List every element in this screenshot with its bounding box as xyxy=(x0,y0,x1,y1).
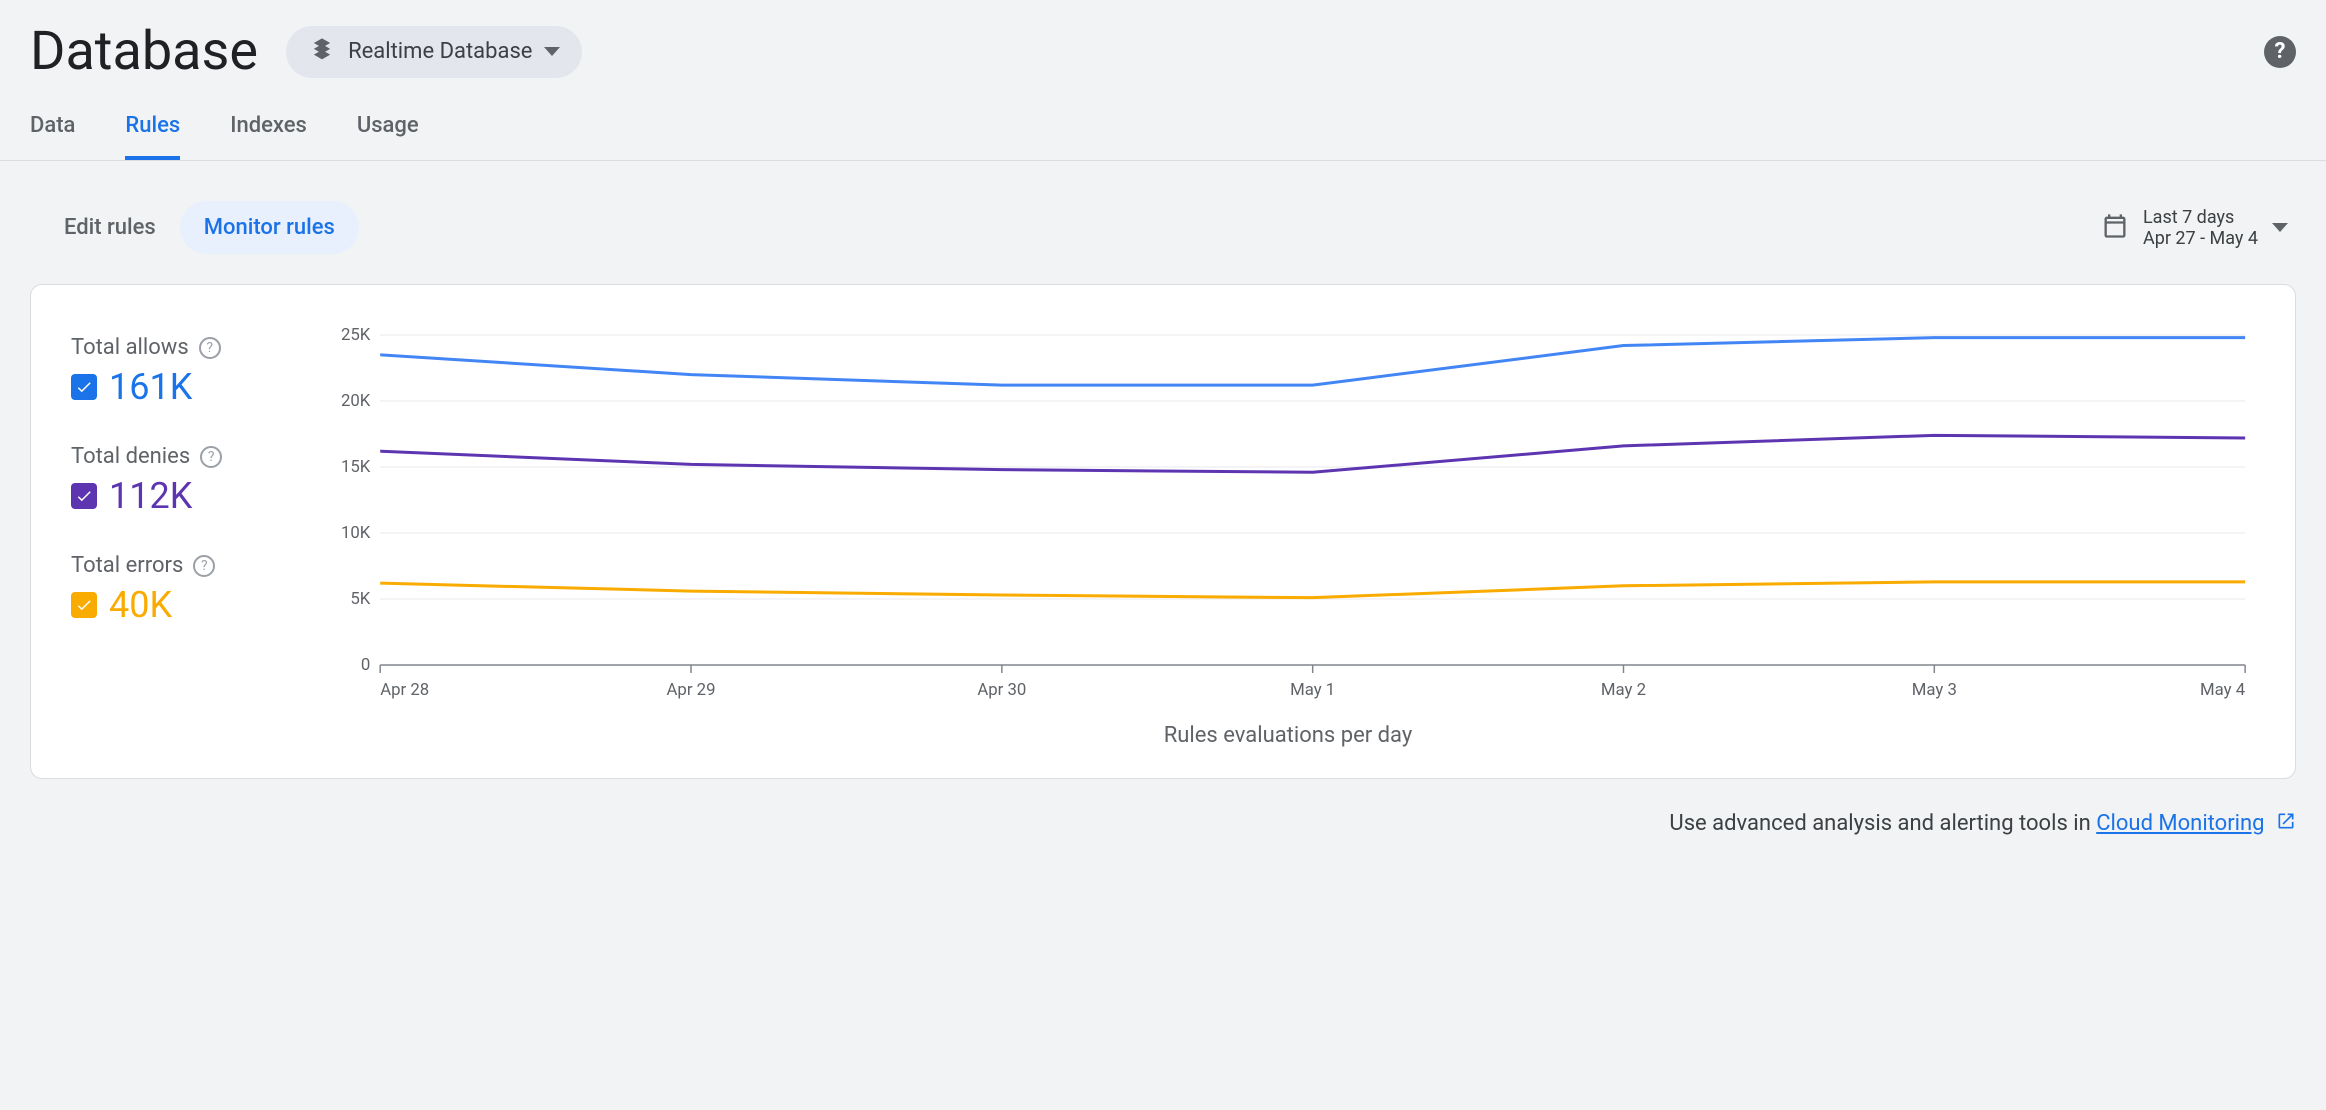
chevron-down-icon xyxy=(544,47,560,56)
calendar-icon xyxy=(2101,212,2129,244)
legend-errors-label: Total errors xyxy=(71,553,183,578)
date-range-picker[interactable]: Last 7 days Apr 27 - May 4 xyxy=(2101,207,2296,249)
legend-denies-value: 112K xyxy=(109,475,192,517)
legend-errors: Total errors ? 40K xyxy=(71,553,301,626)
svg-text:5K: 5K xyxy=(350,589,370,609)
rules-chart: 0 5K 10K 15K 20K 25K Apr 28 Apr 29 Apr 30 May 1 Ma… xyxy=(321,325,2255,705)
date-range-text: Last 7 days Apr 27 - May 4 xyxy=(2143,207,2258,249)
footer-text: Use advanced analysis and alerting tools… xyxy=(1669,811,2096,836)
tab-indexes[interactable]: Indexes xyxy=(230,113,307,160)
svg-text:May 1: May 1 xyxy=(1290,680,1335,700)
svg-text:15K: 15K xyxy=(341,457,371,477)
help-icon[interactable]: ? xyxy=(2264,36,2296,68)
date-range-dates: Apr 27 - May 4 xyxy=(2143,228,2258,249)
legend-denies-label: Total denies xyxy=(71,444,190,469)
legend-allows-value: 161K xyxy=(109,366,192,408)
realtime-database-icon xyxy=(308,36,336,68)
rules-subtabs-row: Edit rules Monitor rules Last 7 days Apr… xyxy=(0,161,2326,274)
tab-rules[interactable]: Rules xyxy=(125,113,180,160)
svg-text:Apr 28: Apr 28 xyxy=(380,680,429,700)
checkbox-denies[interactable] xyxy=(71,483,97,509)
date-range-label: Last 7 days xyxy=(2143,207,2258,228)
svg-text:0: 0 xyxy=(361,655,370,675)
database-selector[interactable]: Realtime Database xyxy=(286,26,582,78)
svg-text:20K: 20K xyxy=(341,391,371,411)
svg-text:25K: 25K xyxy=(341,325,371,345)
subtab-edit-rules[interactable]: Edit rules xyxy=(40,201,180,254)
legend-allows: Total allows ? 161K xyxy=(71,335,301,408)
svg-text:10K: 10K xyxy=(341,523,371,543)
help-icon[interactable]: ? xyxy=(199,337,221,359)
legend-errors-value: 40K xyxy=(109,584,172,626)
legend-allows-label: Total allows xyxy=(71,335,189,360)
main-tabs: Data Rules Indexes Usage xyxy=(0,83,2326,161)
cloud-monitoring-link[interactable]: Cloud Monitoring xyxy=(2096,811,2264,836)
monitor-rules-card: Total allows ? 161K Total denies ? 112K xyxy=(30,284,2296,779)
page-header: Database Realtime Database ? xyxy=(0,0,2326,83)
page-title: Database xyxy=(30,20,258,83)
svg-text:May 2: May 2 xyxy=(1601,680,1646,700)
chart-x-axis-title: Rules evaluations per day xyxy=(321,723,2255,748)
help-icon[interactable]: ? xyxy=(200,446,222,468)
external-link-icon xyxy=(2276,811,2296,837)
chevron-down-icon xyxy=(2272,223,2288,232)
svg-text:Apr 29: Apr 29 xyxy=(667,680,716,700)
footer-hint: Use advanced analysis and alerting tools… xyxy=(0,789,2326,859)
help-icon[interactable]: ? xyxy=(193,555,215,577)
chart-area: 0 5K 10K 15K 20K 25K Apr 28 Apr 29 Apr 30 May 1 Ma… xyxy=(321,325,2255,748)
svg-text:May 3: May 3 xyxy=(1912,680,1957,700)
checkbox-errors[interactable] xyxy=(71,592,97,618)
database-selector-label: Realtime Database xyxy=(348,39,532,64)
checkbox-allows[interactable] xyxy=(71,374,97,400)
svg-text:May 4: May 4 xyxy=(2200,680,2246,700)
legend-denies: Total denies ? 112K xyxy=(71,444,301,517)
tab-usage[interactable]: Usage xyxy=(357,113,419,160)
subtab-monitor-rules[interactable]: Monitor rules xyxy=(180,201,359,254)
svg-text:Apr 30: Apr 30 xyxy=(977,680,1026,700)
tab-data[interactable]: Data xyxy=(30,113,75,160)
chart-legend: Total allows ? 161K Total denies ? 112K xyxy=(71,325,301,748)
